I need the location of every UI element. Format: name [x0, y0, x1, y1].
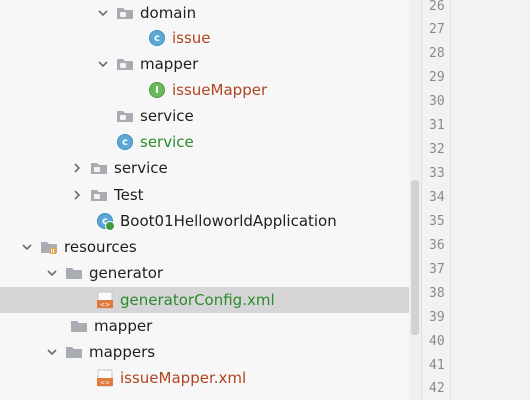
- tree-node-service-folder[interactable]: service: [0, 155, 409, 181]
- line-number: 29: [429, 70, 445, 85]
- project-tree: domain c issue mapper I issueMapper serv…: [0, 0, 409, 400]
- line-number: 34: [429, 190, 445, 205]
- tree-node-mapper-folder[interactable]: mapper: [0, 313, 409, 339]
- editor-line-gutter: 26 27 28 29 30 31 32 33 34 35 36 37 38 3…: [421, 0, 530, 400]
- package-folder-icon: [90, 159, 108, 177]
- line-number: 30: [429, 94, 445, 109]
- tree-node-label: generatorConfig.xml: [120, 291, 275, 309]
- svg-text:<>: <>: [100, 302, 110, 309]
- resources-folder-icon: [40, 238, 58, 256]
- chevron-down-icon[interactable]: [20, 240, 34, 254]
- tree-node-service-package[interactable]: service: [0, 103, 409, 129]
- tree-node-label: generator: [89, 264, 164, 282]
- class-icon: c: [116, 133, 134, 151]
- line-number: 35: [429, 214, 445, 229]
- gutter-divider: [450, 0, 451, 400]
- tree-scrollbar[interactable]: [409, 0, 421, 400]
- line-number: 28: [429, 46, 445, 61]
- tree-node-application[interactable]: c Boot01HelloworldApplication: [0, 208, 409, 234]
- line-number: 42: [429, 381, 445, 396]
- tree-node-label: mapper: [94, 317, 153, 335]
- tree-node-test[interactable]: Test: [0, 182, 409, 208]
- tree-node-label: service: [114, 159, 168, 177]
- tree-node-label: service: [140, 133, 194, 151]
- tree-node-generatorconfig[interactable]: <> generatorConfig.xml: [0, 287, 409, 313]
- tree-node-domain[interactable]: domain: [0, 0, 409, 26]
- tree-node-label: issueMapper: [172, 81, 268, 99]
- tree-node-label: domain: [140, 4, 197, 22]
- line-number: 37: [429, 262, 445, 277]
- chevron-right-icon[interactable]: [70, 161, 84, 175]
- line-number: 39: [429, 310, 445, 325]
- tree-node-label: service: [140, 107, 194, 125]
- line-number: 33: [429, 166, 445, 181]
- tree-node-label: mappers: [89, 343, 156, 361]
- tree-node-issue[interactable]: c issue: [0, 25, 409, 51]
- tree-node-mappers[interactable]: mappers: [0, 339, 409, 365]
- xml-file-icon: <>: [96, 291, 114, 309]
- partial-icon: [70, 396, 88, 400]
- line-number: 26: [429, 0, 445, 14]
- line-number: 38: [429, 286, 445, 301]
- tree-node-label: Boot01HelloworldApplication: [120, 212, 337, 230]
- tree-node-service-class[interactable]: c service: [0, 129, 409, 155]
- chevron-down-icon[interactable]: [45, 266, 59, 280]
- tree-node-resources[interactable]: resources: [0, 234, 409, 260]
- tree-node-label: issueMapper.xml: [120, 369, 247, 387]
- tree-node-label: resources: [64, 238, 137, 256]
- package-folder-icon: [116, 4, 134, 22]
- line-number: 27: [429, 22, 445, 37]
- line-number: 31: [429, 118, 445, 133]
- chevron-right-icon[interactable]: [70, 188, 84, 202]
- chevron-down-icon[interactable]: [96, 6, 110, 20]
- folder-icon: [65, 264, 83, 282]
- tree-node-generator[interactable]: generator: [0, 260, 409, 286]
- package-folder-icon: [116, 55, 134, 73]
- line-number: 32: [429, 142, 445, 157]
- tree-node-label: mapper: [140, 55, 199, 73]
- tree-node-mapper-package[interactable]: mapper: [0, 51, 409, 77]
- folder-icon: [65, 343, 83, 361]
- tree-node-issuemapper-xml[interactable]: <> issueMapper.xml: [0, 365, 409, 391]
- tree-node-partial: [0, 392, 409, 400]
- tree-node-label: issue: [172, 29, 211, 47]
- svg-text:<>: <>: [100, 380, 110, 387]
- line-number: 40: [429, 334, 445, 349]
- tree-node-label: Test: [114, 186, 144, 204]
- xml-file-icon: <>: [96, 369, 114, 387]
- package-folder-icon: [116, 107, 134, 125]
- chevron-down-icon[interactable]: [96, 57, 110, 71]
- package-folder-icon: [90, 186, 108, 204]
- folder-icon: [70, 317, 88, 335]
- scrollbar-thumb[interactable]: [411, 180, 419, 335]
- spring-boot-class-icon: c: [96, 212, 115, 231]
- interface-icon: I: [148, 81, 166, 99]
- class-icon: c: [148, 29, 166, 47]
- line-number: 41: [429, 358, 445, 373]
- chevron-down-icon[interactable]: [45, 345, 59, 359]
- line-number: 36: [429, 238, 445, 253]
- tree-node-issuemapper[interactable]: I issueMapper: [0, 77, 409, 103]
